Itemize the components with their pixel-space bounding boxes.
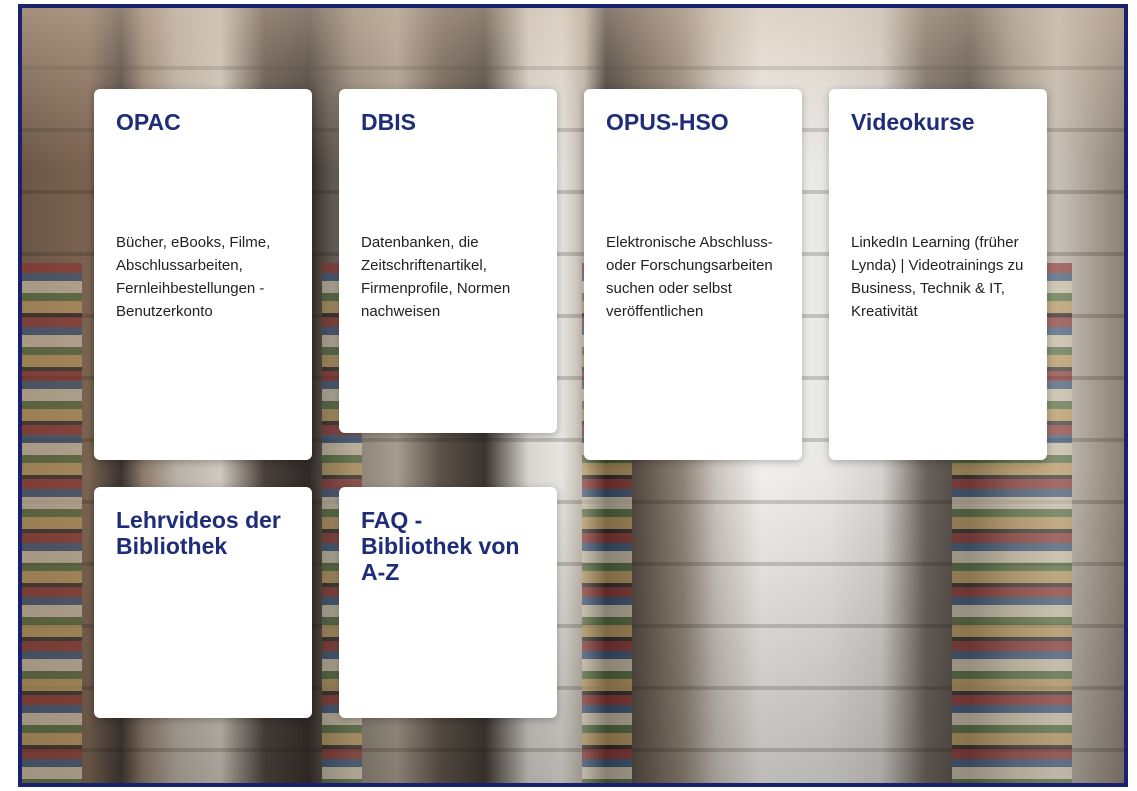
card-title: OPAC <box>116 109 181 135</box>
bookshelf-left <box>22 263 82 783</box>
card-description: Elektronische Abschluss- oder Forschungs… <box>606 234 773 320</box>
card-opac[interactable]: OPAC Bücher, eBooks, Filme, Abschlussarb… <box>94 89 312 460</box>
card-title: Videokurse <box>851 109 975 135</box>
card-title: Lehrvideos der Bibliothek <box>116 507 281 559</box>
card-title: FAQ - Bibliothek von A-Z <box>361 507 520 585</box>
card-description: LinkedIn Learning (früher Lynda) | Video… <box>851 234 1024 320</box>
card-description: Datenbanken, die Zeitschriftenartikel, F… <box>361 234 511 320</box>
card-lehrvideos[interactable]: Lehrvideos der Bibliothek <box>94 487 312 718</box>
card-title: OPUS-HSO <box>606 109 729 135</box>
card-title: DBIS <box>361 109 416 135</box>
card-faq[interactable]: FAQ - Bibliothek von A-Z <box>339 487 557 718</box>
card-dbis[interactable]: DBIS Datenbanken, die Zeitschriftenartik… <box>339 89 557 433</box>
card-videokurse[interactable]: Videokurse LinkedIn Learning (früher Lyn… <box>829 89 1047 460</box>
library-services-panel: OPAC Bücher, eBooks, Filme, Abschlussarb… <box>18 4 1128 787</box>
card-description: Bücher, eBooks, Filme, Abschlussarbeiten… <box>116 234 271 320</box>
card-opus-hso[interactable]: OPUS-HSO Elektronische Abschluss- oder F… <box>584 89 802 460</box>
